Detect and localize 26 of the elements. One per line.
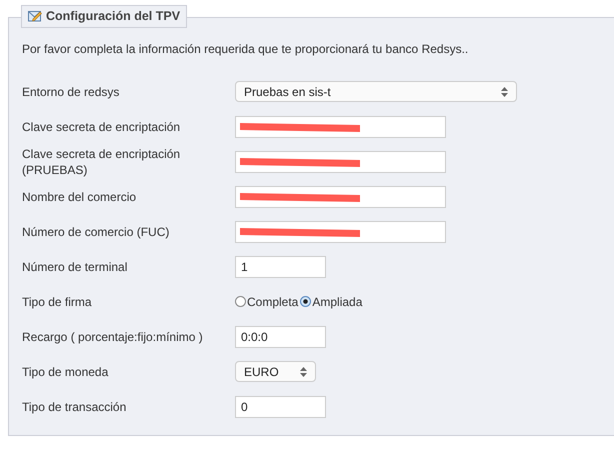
input-field[interactable]: 0 (235, 396, 326, 418)
input-field[interactable] (235, 150, 446, 172)
dropdown[interactable]: Pruebas en sis-t (235, 81, 517, 102)
input-field[interactable]: 1 (235, 256, 326, 278)
field-label: Nombre del comercio (22, 188, 138, 204)
input-field[interactable] (235, 186, 446, 208)
field-label: Número de comercio (FUC) (22, 224, 170, 240)
panel-title: Configuración del TPV (46, 9, 180, 23)
radio-option[interactable]: Completa (235, 294, 298, 308)
field-label: Tipo de transacción (22, 398, 128, 414)
field-label: Clave secreta de encriptación (22, 118, 182, 134)
field-label: Tipo de moneda (22, 364, 110, 380)
input-field[interactable] (235, 116, 446, 138)
input-field[interactable] (235, 220, 446, 242)
field-label: Entorno de redsys (22, 84, 120, 100)
radio-option[interactable]: Ampliada (300, 294, 362, 308)
dropdown[interactable]: EURO (235, 361, 316, 382)
input-field[interactable]: 0:0:0 (235, 326, 326, 348)
envelope-pencil-icon (28, 10, 42, 22)
updown-arrows-icon (300, 366, 307, 376)
field-label: Clave secreta de encriptación (PRUEBAS) (22, 146, 182, 178)
updown-arrows-icon (501, 86, 508, 96)
intro-text: Por favor completa la información requerida que te proporcionará tu banco Redsys.. (22, 42, 470, 56)
field-label: Recargo ( porcentaje:fijo:mínimo ) (22, 328, 204, 344)
field-label: Número de terminal (22, 258, 128, 274)
field-label: Tipo de firma (22, 294, 93, 310)
